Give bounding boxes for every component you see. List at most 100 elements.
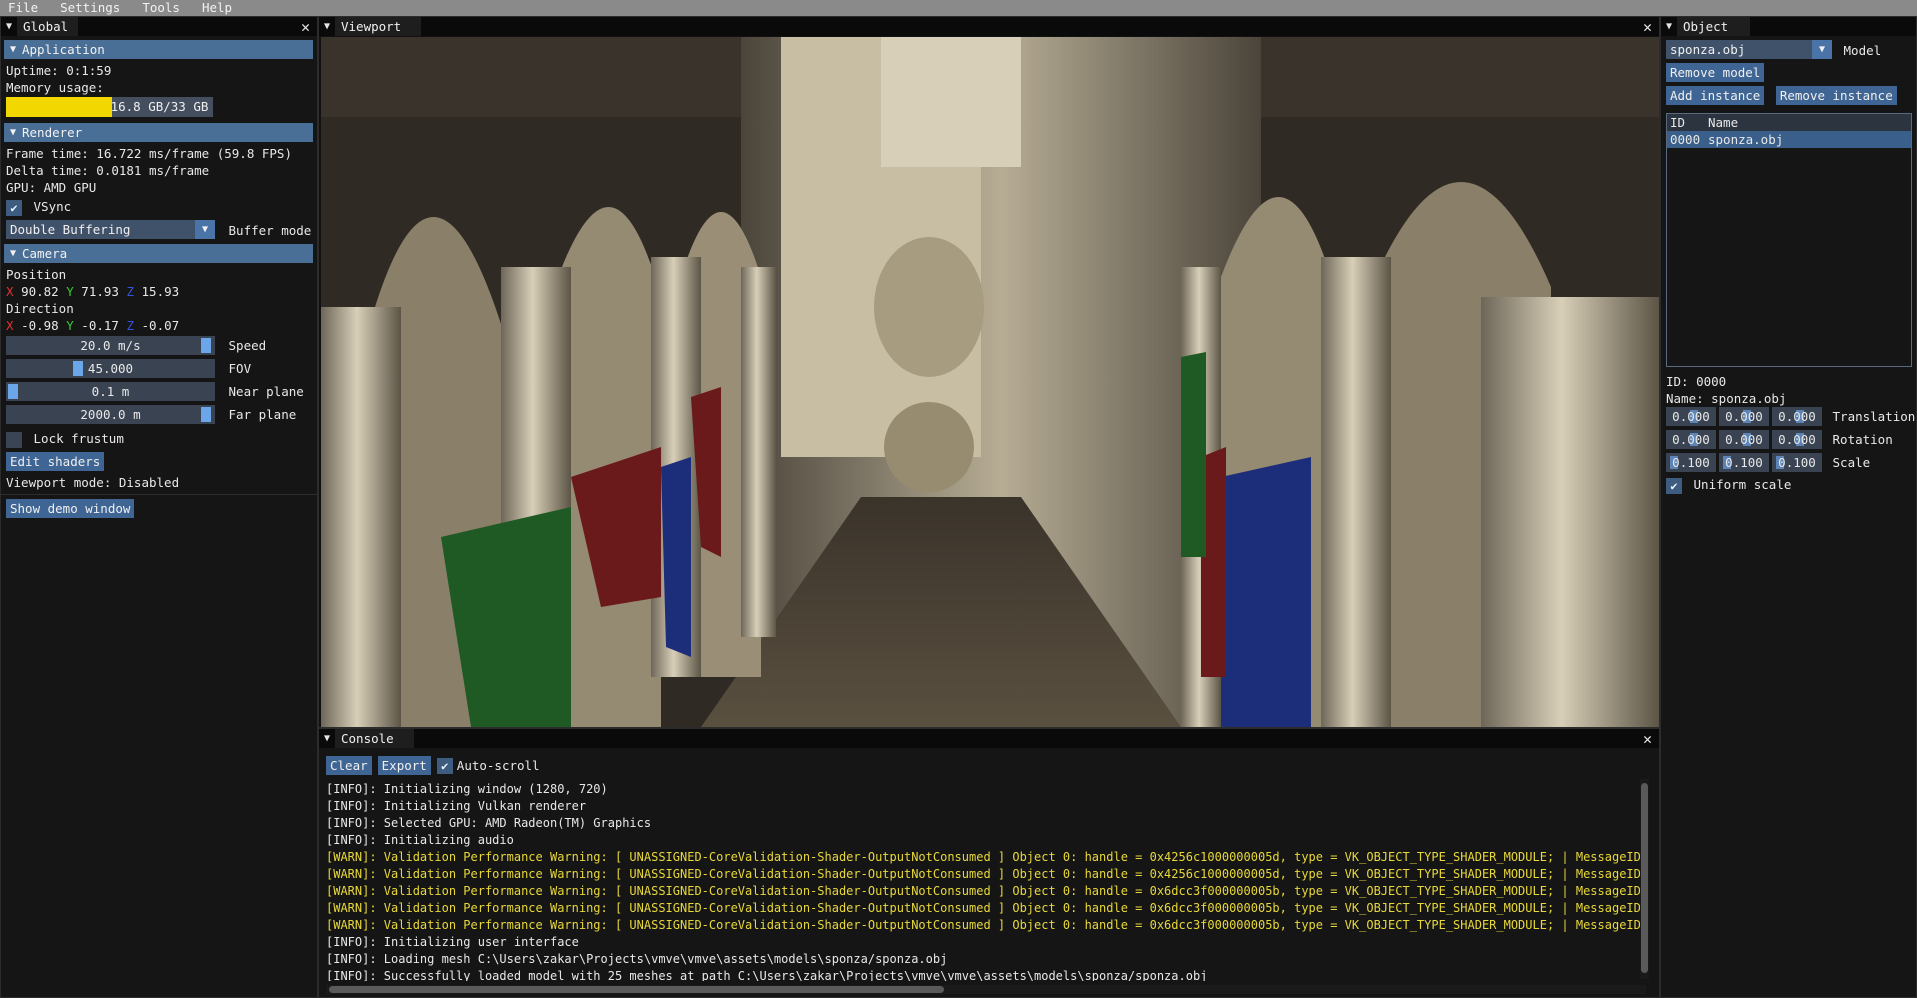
auto-scroll-label: Auto-scroll <box>456 758 540 773</box>
global-panel: ▼ Global ✕ ▼ Application Uptime: 0:1:59 … <box>0 16 318 998</box>
far-plane-value: 2000.0 m <box>80 407 141 422</box>
speed-label: Speed <box>228 338 267 353</box>
far-plane-row: 2000.0 m Far plane <box>1 405 317 428</box>
position-x: 90.82 <box>21 284 59 299</box>
add-instance-button[interactable]: Add instance <box>1666 86 1765 105</box>
translation-z[interactable]: 0.000 <box>1772 407 1822 426</box>
scrollbar-thumb[interactable] <box>329 986 944 993</box>
log-line: [WARN]: Validation Performance Warning: … <box>326 901 1646 915</box>
collapse-arrow-icon[interactable]: ▼ <box>1661 21 1677 32</box>
memory-usage-value: 16.8 GB/33 GB <box>110 99 209 114</box>
rotation-x[interactable]: 0.000 <box>1666 430 1716 449</box>
application-header-label: Application <box>22 42 105 57</box>
near-plane-label: Near plane <box>228 384 304 399</box>
vsync-checkbox[interactable]: ✔ <box>6 199 22 216</box>
close-icon[interactable]: ✕ <box>301 18 310 36</box>
chevron-down-icon: ▼ <box>195 220 215 239</box>
menu-file[interactable]: File <box>8 0 38 16</box>
lock-frustum-label: Lock frustum <box>33 431 124 446</box>
auto-scroll-checkbox[interactable]: ✔ <box>436 757 453 774</box>
name-text: Name: sponza.obj <box>1666 391 1787 406</box>
far-plane-slider[interactable]: 2000.0 m <box>6 405 215 424</box>
menu-tools[interactable]: Tools <box>142 0 180 16</box>
translation-y[interactable]: 0.000 <box>1719 407 1769 426</box>
speed-slider[interactable]: 20.0 m/s <box>6 336 215 355</box>
uniform-scale-label: Uniform scale <box>1693 477 1792 492</box>
near-plane-slider[interactable]: 0.1 m <box>6 382 215 401</box>
camera-header-label: Camera <box>22 246 68 261</box>
column-name[interactable]: Name <box>1705 114 1911 131</box>
log-line: [INFO]: Loading mesh C:\Users\zakar\Proj… <box>326 952 948 966</box>
axis-z-label: Z <box>126 284 134 299</box>
model-value: sponza.obj <box>1670 42 1746 57</box>
remove-model-button[interactable]: Remove model <box>1666 63 1765 82</box>
log-line: [WARN]: Validation Performance Warning: … <box>326 850 1646 864</box>
rotation-y[interactable]: 0.000 <box>1719 430 1769 449</box>
console-log[interactable]: [INFO]: Initializing window (1280, 720) … <box>326 781 1646 981</box>
demo-row: Show demo window <box>1 499 317 521</box>
viewport-render[interactable] <box>321 37 1659 727</box>
gpu-text: GPU: AMD GPU <box>6 180 97 195</box>
renderer-header[interactable]: ▼ Renderer <box>4 123 313 142</box>
export-button[interactable]: Export <box>377 756 431 775</box>
direction-label: Direction <box>6 301 74 316</box>
instance-buttons-row: Add instance Remove instance <box>1661 86 1916 109</box>
collapse-arrow-icon[interactable]: ▼ <box>319 733 335 744</box>
scrollbar-thumb[interactable] <box>1641 783 1648 973</box>
scale-z[interactable]: 0.100 <box>1772 453 1822 472</box>
lock-frustum-checkbox[interactable] <box>6 431 22 448</box>
uniform-scale-checkbox[interactable]: ✔ <box>1666 477 1682 494</box>
table-row[interactable]: 0000 sponza.obj <box>1667 131 1911 148</box>
tree-expanded-icon: ▼ <box>9 127 17 138</box>
console-tab[interactable]: Console <box>335 729 414 748</box>
uptime-text: Uptime: 0:1:59 <box>6 63 112 78</box>
show-demo-window-button[interactable]: Show demo window <box>6 499 135 518</box>
remove-instance-button[interactable]: Remove instance <box>1775 86 1897 105</box>
log-line: [WARN]: Validation Performance Warning: … <box>326 867 1646 881</box>
log-line: [INFO]: Selected GPU: AMD Radeon(TM) Gra… <box>326 816 652 830</box>
model-combo[interactable]: sponza.obj ▼ <box>1666 40 1832 59</box>
buffer-mode-value: Double Buffering <box>10 222 131 237</box>
memory-usage-bar: 16.8 GB/33 GB <box>6 97 213 117</box>
id-text: ID: 0000 <box>1666 374 1727 389</box>
vertical-scrollbar[interactable] <box>1640 779 1649 979</box>
global-titlebar: ▼ Global ✕ <box>1 17 317 36</box>
row-name: sponza.obj <box>1708 132 1784 147</box>
translation-x[interactable]: 0.000 <box>1666 407 1716 426</box>
menu-settings[interactable]: Settings <box>60 0 120 16</box>
speed-row: 20.0 m/s Speed <box>1 336 317 359</box>
global-tab[interactable]: Global <box>17 17 79 36</box>
column-id[interactable]: ID <box>1667 114 1705 131</box>
viewport-tab[interactable]: Viewport <box>335 17 422 36</box>
menu-help[interactable]: Help <box>202 0 232 16</box>
tree-expanded-icon: ▼ <box>9 44 17 55</box>
buffer-mode-combo[interactable]: Double Buffering ▼ <box>6 220 215 239</box>
collapse-arrow-icon[interactable]: ▼ <box>319 21 335 32</box>
camera-header[interactable]: ▼ Camera <box>4 244 313 263</box>
rotation-row: 0.000 0.000 0.000 Rotation <box>1661 430 1916 453</box>
log-line: [INFO]: Initializing audio <box>326 833 514 847</box>
direction-y: -0.17 <box>81 318 119 333</box>
chevron-down-icon: ▼ <box>1812 40 1832 59</box>
memory-label: Memory usage: <box>6 80 104 95</box>
object-tab[interactable]: Object <box>1677 17 1751 36</box>
edit-shaders-row: Edit shaders <box>1 452 317 474</box>
scale-y[interactable]: 0.100 <box>1719 453 1769 472</box>
horizontal-scrollbar[interactable] <box>326 985 1646 994</box>
fov-slider[interactable]: 45.000 <box>6 359 215 378</box>
application-header[interactable]: ▼ Application <box>4 40 313 59</box>
edit-shaders-button[interactable]: Edit shaders <box>6 452 105 471</box>
separator <box>1 494 317 495</box>
close-icon[interactable]: ✕ <box>1643 18 1652 36</box>
log-line: [INFO]: Initializing user interface <box>326 935 579 949</box>
scale-x[interactable]: 0.100 <box>1666 453 1716 472</box>
rotation-label: Rotation <box>1832 432 1893 447</box>
collapse-arrow-icon[interactable]: ▼ <box>1 21 17 32</box>
console-toolbar: Clear Export ✔ Auto-scroll <box>326 756 540 775</box>
direction-values: X -0.98 Y -0.17 Z -0.07 <box>1 317 317 334</box>
clear-button[interactable]: Clear <box>326 756 372 775</box>
close-icon[interactable]: ✕ <box>1643 730 1652 748</box>
far-plane-label: Far plane <box>228 407 297 422</box>
vsync-label: VSync <box>33 199 72 214</box>
rotation-z[interactable]: 0.000 <box>1772 430 1822 449</box>
